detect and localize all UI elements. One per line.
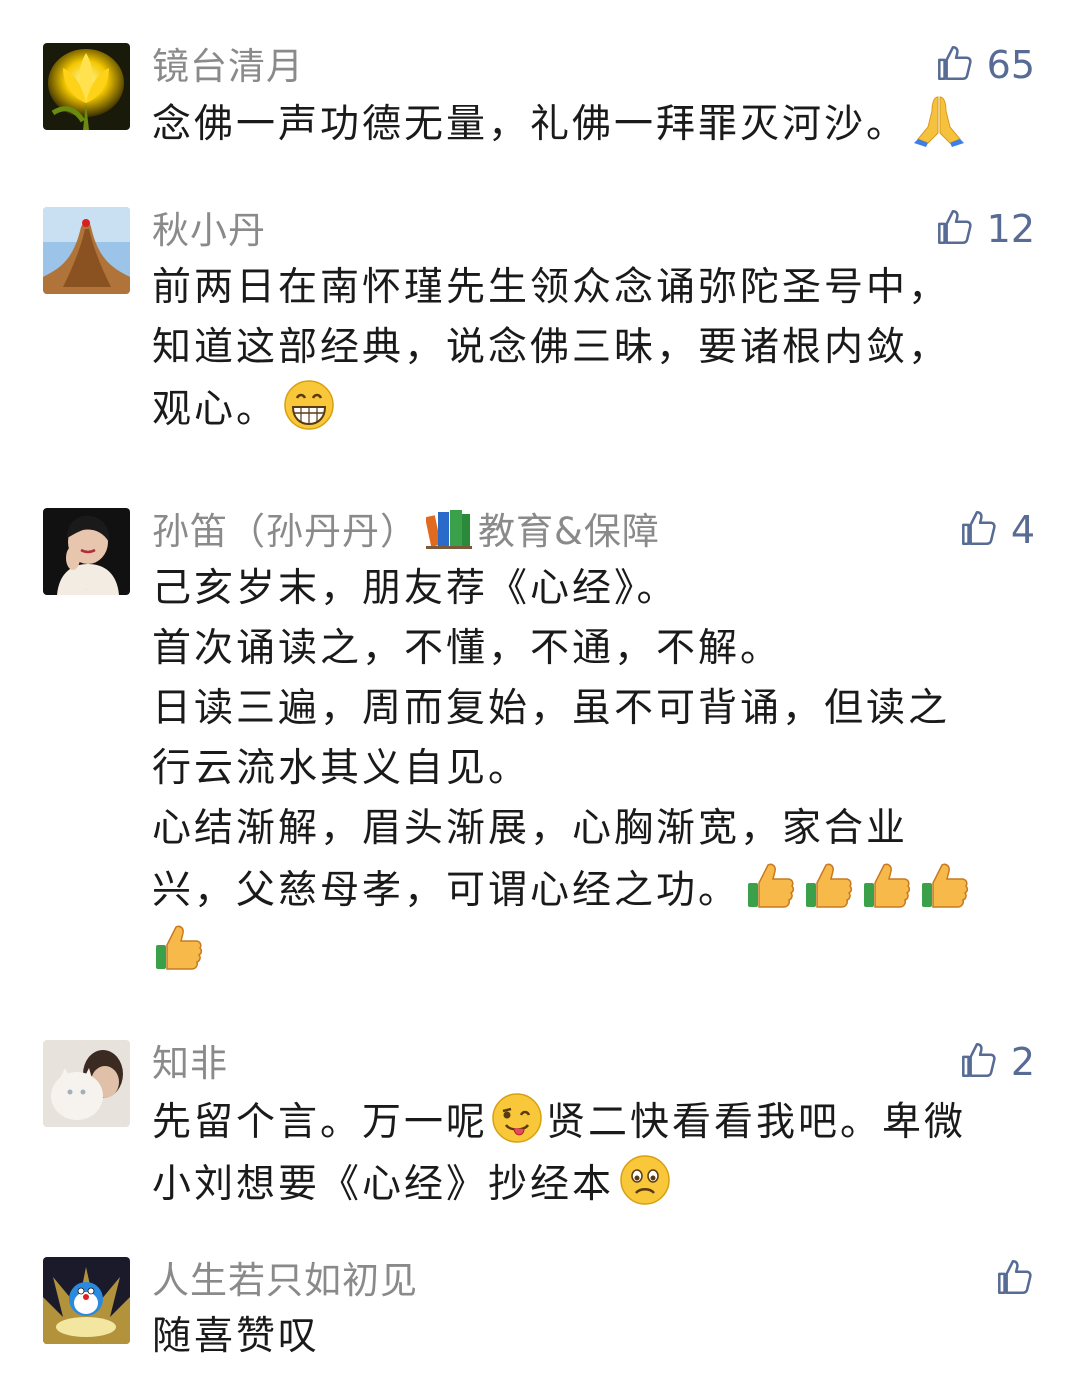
thumbs-up-emoji <box>860 859 914 913</box>
like-button[interactable]: 65 <box>933 40 1035 90</box>
thumbs-up-icon <box>993 1256 1035 1302</box>
comment-line: 行云流水其义自见。 <box>152 746 531 791</box>
comment-line: 兴，父慈母孝，可谓心经之功。 <box>152 868 741 913</box>
thumbs-up-icon <box>933 42 975 88</box>
comment-text: 己亥岁末，朋友荐《心经》。 首次诵读之，不懂，不通，不解。 日读三遍，周而复始，… <box>152 559 1022 983</box>
comment-line: 念佛一声功德无量，礼佛一拜罪灭河沙。 <box>152 102 909 147</box>
comment-line: 己亥岁末，朋友荐《心经》。 <box>152 566 679 611</box>
thumbs-up-emoji <box>918 859 972 913</box>
comment-text: 随喜赞叹 <box>152 1307 1022 1367</box>
like-button[interactable]: 4 <box>957 505 1035 555</box>
thumbs-up-icon <box>957 507 999 553</box>
avatar[interactable] <box>43 43 130 130</box>
commenter-tag: 教育&保障 <box>478 510 660 553</box>
commenter-name[interactable]: 人生若只如初见 <box>152 1250 418 1304</box>
comment-line: 前两日在南怀瑾先生领众念诵弥陀圣号中， <box>152 265 951 310</box>
comment-line: 日读三遍，周而复始，虽不可背诵，但读之 <box>152 686 951 731</box>
svg-text:.: . <box>85 586 86 591</box>
thumbs-up-icon <box>957 1039 999 1085</box>
commenter-name[interactable]: 孙笛（孙丹丹） <box>152 501 418 555</box>
like-count: 4 <box>1010 508 1035 552</box>
like-count: 12 <box>986 207 1035 251</box>
commenter-name[interactable]: 秋小丹 <box>152 200 266 254</box>
thumbs-up-emoji <box>802 859 856 913</box>
comment-line: 观心。 <box>152 387 279 432</box>
comment-text: 前两日在南怀瑾先生领众念诵弥陀圣号中， 知道这部经典，说念佛三昧，要诸根内敛， … <box>152 258 1022 440</box>
wink-tongue-emoji <box>490 1091 544 1145</box>
commenter-name[interactable]: 知非 <box>152 1033 228 1087</box>
like-button[interactable]: 12 <box>933 204 1035 254</box>
like-button[interactable]: 2 <box>957 1037 1035 1087</box>
avatar[interactable] <box>43 1257 130 1344</box>
comment-line: 贤二快看看我吧。卑微 <box>546 1100 967 1145</box>
comment-line: 心结渐解，眉头渐展，心胸渐宽，家合业 <box>152 806 909 851</box>
thumbs-up-emoji <box>152 921 206 975</box>
comment-text: 先留个言。万一呢 贤二快看看我吧。卑微 小刘想要《心经》抄经本 <box>152 1091 1022 1215</box>
thumbs-up-emoji <box>744 859 798 913</box>
avatar[interactable] <box>43 207 130 294</box>
like-count: 2 <box>1010 1040 1035 1084</box>
commenter-name[interactable]: 镜台清月 <box>152 36 304 90</box>
avatar[interactable] <box>43 1040 130 1127</box>
pray-emoji <box>912 93 966 147</box>
books-icon <box>424 506 472 550</box>
comment-line: 首次诵读之，不懂，不通，不解。 <box>152 626 783 671</box>
frown-emoji <box>618 1153 672 1207</box>
grin-emoji <box>282 378 336 432</box>
avatar[interactable]: . <box>43 508 130 595</box>
thumbs-up-icon <box>933 206 975 252</box>
like-count: 65 <box>986 43 1035 87</box>
like-button[interactable] <box>993 1254 1035 1304</box>
comment-line: 知道这部经典，说念佛三昧，要诸根内敛， <box>152 325 951 370</box>
comment-line: 随喜赞叹 <box>152 1314 321 1359</box>
comment-line: 小刘想要《心经》抄经本 <box>152 1162 615 1207</box>
comment-line: 先留个言。万一呢 <box>152 1100 489 1145</box>
comment-text: 念佛一声功德无量，礼佛一拜罪灭河沙。 <box>152 93 1022 155</box>
